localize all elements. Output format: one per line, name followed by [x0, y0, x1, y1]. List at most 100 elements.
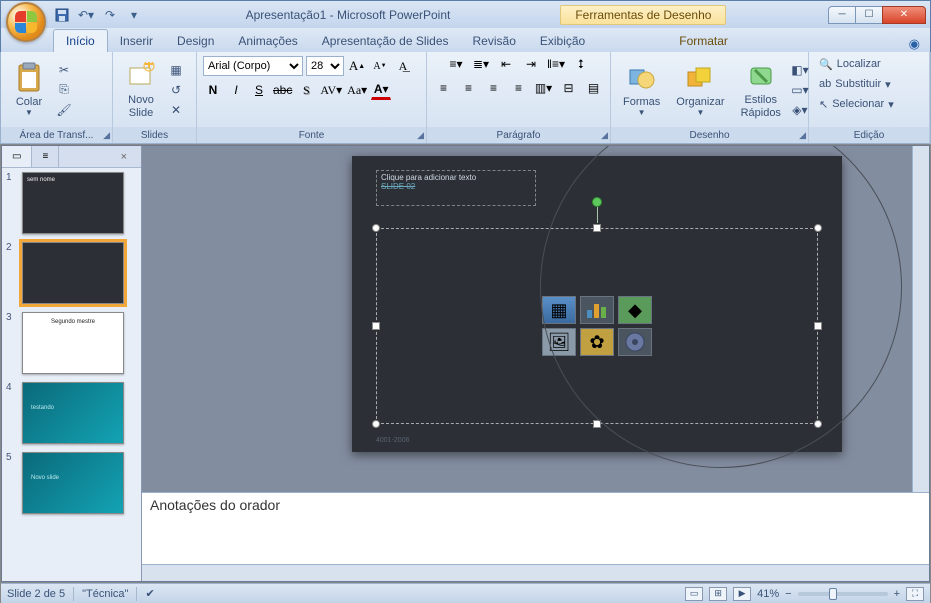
zoom-slider[interactable]: [798, 592, 888, 596]
horizontal-scrollbar[interactable]: [142, 564, 929, 581]
dialog-launcher-icon[interactable]: ◢: [799, 130, 806, 141]
font-family-combo[interactable]: Arial (Corpo): [203, 56, 303, 76]
resize-handle[interactable]: [372, 322, 380, 330]
line-spacing-icon[interactable]: ‖≡▾: [545, 54, 567, 74]
resize-handle[interactable]: [814, 224, 822, 232]
resize-handle[interactable]: [814, 420, 822, 428]
font-color-icon[interactable]: A▾: [371, 80, 391, 100]
paste-button[interactable]: Colar ▼: [7, 55, 51, 125]
dialog-launcher-icon[interactable]: ◢: [103, 130, 110, 141]
shape-effects-icon[interactable]: ◈▾: [791, 101, 809, 119]
grow-font-icon[interactable]: A▲: [347, 56, 367, 76]
maximize-button[interactable]: ☐: [855, 6, 883, 24]
slide-thumbnail[interactable]: 3Segundo mestre: [6, 312, 137, 374]
italic-button[interactable]: I: [226, 80, 246, 100]
bullets-icon[interactable]: ≡▾: [445, 54, 467, 74]
resize-handle[interactable]: [372, 420, 380, 428]
slideshow-view-button[interactable]: ▶: [733, 587, 751, 601]
columns-icon[interactable]: ▥▾: [533, 78, 555, 98]
vertical-scrollbar[interactable]: [912, 146, 929, 492]
save-icon[interactable]: [53, 6, 71, 24]
zoom-out-button[interactable]: −: [785, 588, 791, 600]
normal-view-button[interactable]: ▭: [685, 587, 703, 601]
zoom-level[interactable]: 41%: [757, 588, 779, 600]
align-text-icon[interactable]: ⊟: [558, 78, 580, 98]
sorter-view-button[interactable]: ⊞: [709, 587, 727, 601]
tab-slideshow[interactable]: Apresentação de Slides: [310, 30, 461, 52]
delete-slide-icon[interactable]: ✕: [167, 101, 185, 119]
resize-handle[interactable]: [593, 420, 601, 428]
tab-animations[interactable]: Animações: [226, 30, 309, 52]
content-placeholder[interactable]: ▦ ◆ 🖼 ✿: [376, 228, 818, 424]
shape-fill-icon[interactable]: ◧▾: [791, 61, 809, 79]
close-panel-icon[interactable]: ×: [117, 151, 131, 163]
underline-button[interactable]: S: [249, 80, 269, 100]
help-icon[interactable]: ◉: [909, 36, 920, 52]
bold-button[interactable]: N: [203, 80, 223, 100]
numbering-icon[interactable]: ≣▾: [470, 54, 492, 74]
decrease-indent-icon[interactable]: ⇤: [495, 54, 517, 74]
text-direction-icon[interactable]: ⭥: [570, 54, 592, 74]
shape-outline-icon[interactable]: ▭▾: [791, 81, 809, 99]
insert-smartart-icon[interactable]: ◆: [618, 296, 652, 324]
insert-picture-icon[interactable]: 🖼: [542, 328, 576, 356]
slide-thumbnail[interactable]: 4testando: [6, 382, 137, 444]
quick-styles-button[interactable]: Estilos Rápidos: [735, 55, 787, 125]
slide-thumbnail[interactable]: 5Novo slide: [6, 452, 137, 514]
insert-clipart-icon[interactable]: ✿: [580, 328, 614, 356]
align-right-icon[interactable]: ≡: [483, 78, 505, 98]
increase-indent-icon[interactable]: ⇥: [520, 54, 542, 74]
qat-menu-icon[interactable]: ▾: [125, 6, 143, 24]
clear-format-icon[interactable]: A͟: [393, 56, 413, 76]
resize-handle[interactable]: [814, 322, 822, 330]
cut-icon[interactable]: ✂: [55, 61, 73, 79]
undo-icon[interactable]: ↶▾: [77, 6, 95, 24]
shadow-button[interactable]: S: [296, 80, 316, 100]
resize-handle[interactable]: [372, 224, 380, 232]
char-spacing-icon[interactable]: A͏V▾: [319, 80, 343, 100]
font-size-combo[interactable]: 28: [306, 56, 344, 76]
layout-icon[interactable]: ▦: [167, 61, 185, 79]
tab-insert[interactable]: Inserir: [108, 30, 165, 52]
replace-button[interactable]: abSubstituir ▾: [815, 74, 923, 94]
strike-button[interactable]: abc: [272, 80, 293, 100]
arrange-button[interactable]: Organizar▼: [670, 55, 730, 125]
tab-format[interactable]: Formatar: [667, 30, 740, 52]
shapes-button[interactable]: Formas▼: [617, 55, 666, 125]
shrink-font-icon[interactable]: A▼: [370, 56, 390, 76]
dialog-launcher-icon[interactable]: ◢: [417, 130, 424, 141]
resize-handle[interactable]: [593, 224, 601, 232]
select-button[interactable]: ↖Selecionar ▾: [815, 94, 923, 114]
change-case-icon[interactable]: Aa▾: [346, 80, 368, 100]
align-center-icon[interactable]: ≡: [458, 78, 480, 98]
minimize-button[interactable]: ─: [828, 6, 856, 24]
reset-icon[interactable]: ↺: [167, 81, 185, 99]
tab-home[interactable]: Início: [53, 29, 108, 52]
justify-icon[interactable]: ≡: [508, 78, 530, 98]
spell-check-icon[interactable]: ✔: [145, 587, 154, 600]
find-button[interactable]: 🔍Localizar: [815, 54, 923, 74]
outline-tab[interactable]: ≡: [32, 146, 59, 167]
title-placeholder[interactable]: Clique para adicionar texto SLIDE 02: [376, 170, 536, 206]
insert-media-icon[interactable]: [618, 328, 652, 356]
dialog-launcher-icon[interactable]: ◢: [601, 130, 608, 141]
notes-pane[interactable]: Anotações do orador: [142, 492, 929, 564]
slide-canvas[interactable]: Clique para adicionar texto SLIDE 02: [142, 146, 929, 492]
slide-thumbnail[interactable]: 1sem nome: [6, 172, 137, 234]
close-button[interactable]: ✕: [882, 6, 926, 24]
new-slide-button[interactable]: Novo Slide: [119, 55, 163, 125]
copy-icon[interactable]: ⎘: [55, 81, 73, 99]
smartart-icon[interactable]: ▤: [583, 78, 605, 98]
zoom-in-button[interactable]: +: [894, 588, 900, 600]
tab-view[interactable]: Exibição: [528, 30, 597, 52]
tab-review[interactable]: Revisão: [461, 30, 528, 52]
format-painter-icon[interactable]: 🖌: [55, 101, 73, 119]
slides-tab[interactable]: ▭: [2, 146, 32, 167]
slide-thumbnail[interactable]: 2: [6, 242, 137, 304]
slide[interactable]: Clique para adicionar texto SLIDE 02: [352, 156, 842, 452]
fit-window-button[interactable]: ⛶: [906, 587, 924, 601]
rotate-handle[interactable]: [592, 197, 602, 207]
redo-icon[interactable]: ↷: [101, 6, 119, 24]
insert-table-icon[interactable]: ▦: [542, 296, 576, 324]
office-button[interactable]: [6, 2, 46, 42]
